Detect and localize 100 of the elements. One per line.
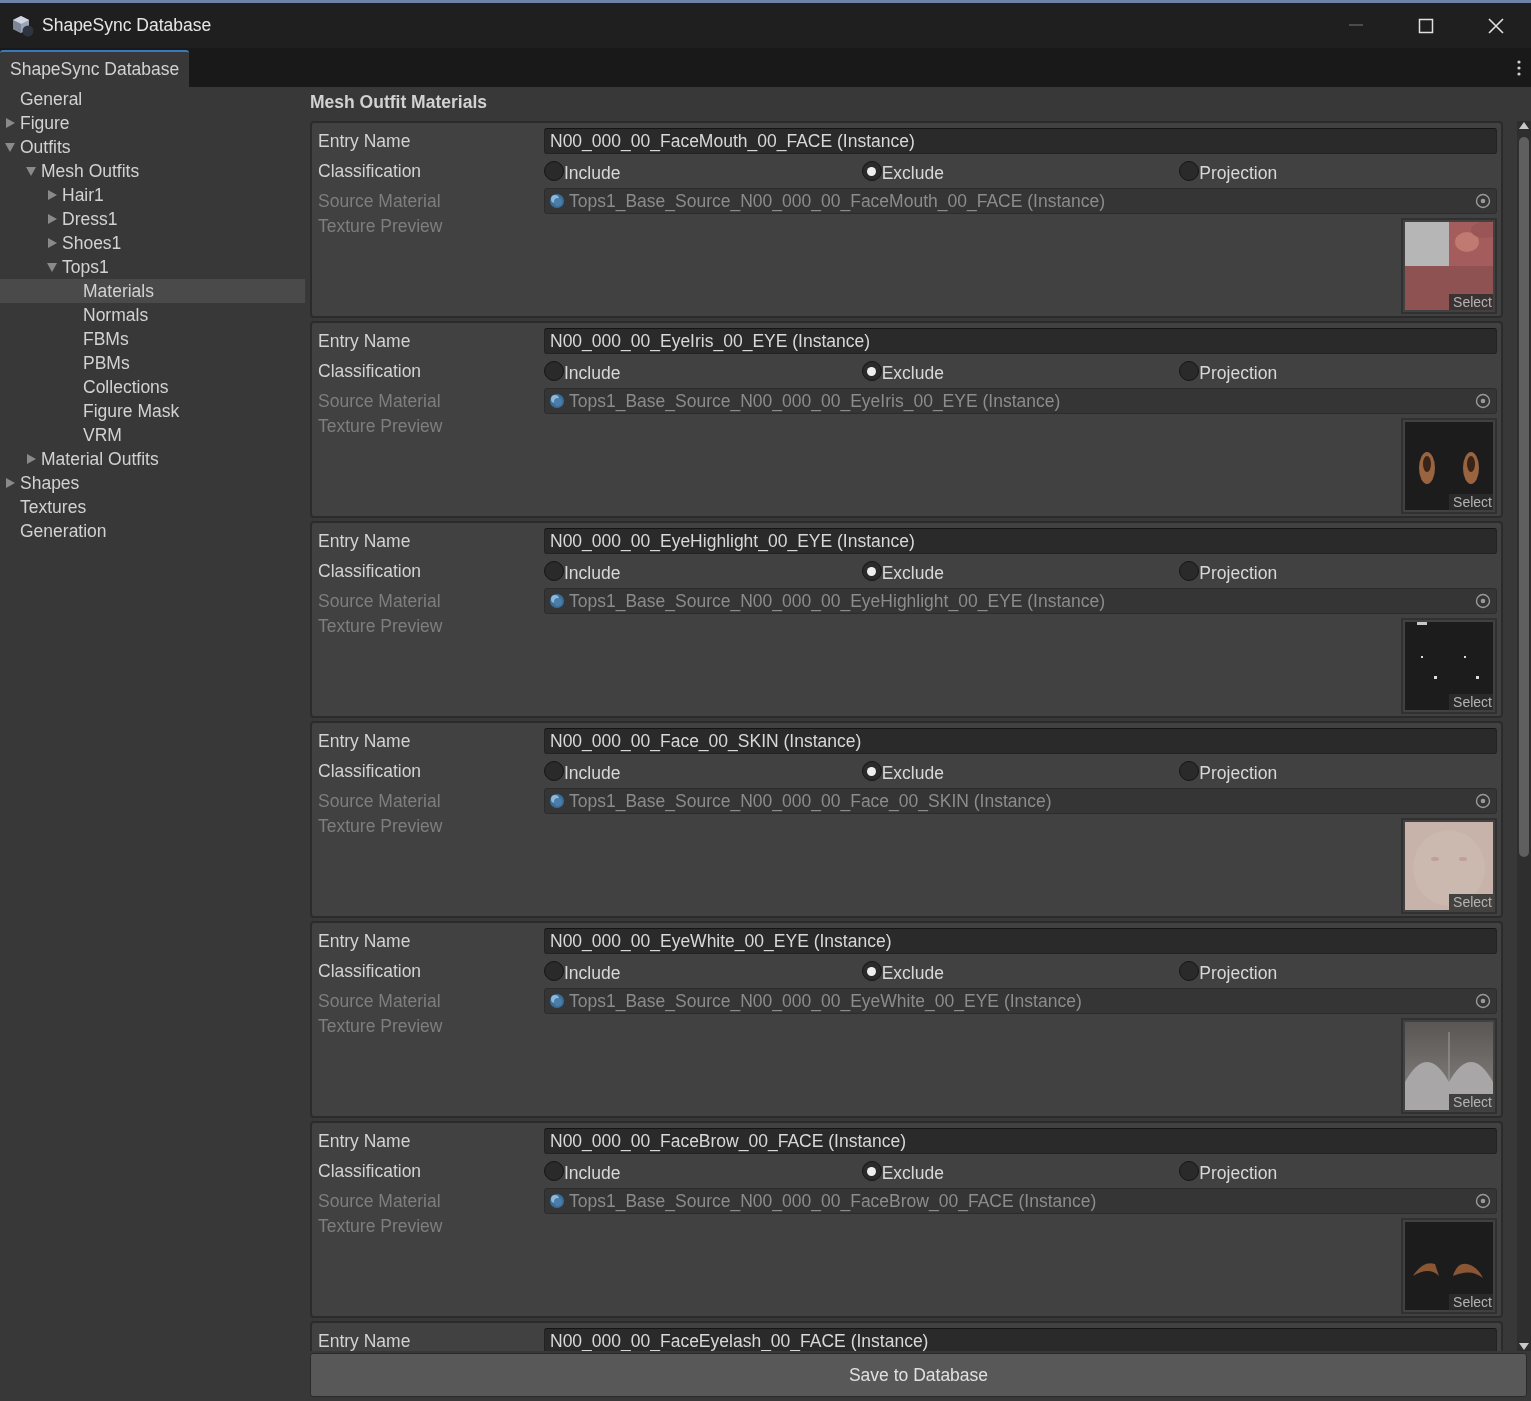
radio-icon[interactable] bbox=[1179, 1161, 1200, 1181]
radio-icon[interactable] bbox=[861, 561, 882, 581]
tree-item[interactable]: Collections bbox=[0, 375, 305, 399]
field-label: Entry Name bbox=[318, 930, 412, 952]
radio-icon[interactable] bbox=[544, 761, 564, 781]
source-material-field[interactable]: Tops1_Base_Source_N00_000_00_FaceMouth_00_FACE (Instance) bbox=[544, 188, 1497, 214]
radio-option[interactable]: Projection bbox=[1179, 162, 1497, 184]
entry-name-field[interactable]: N00_000_00_EyeIris_00_EYE (Instance) bbox=[544, 328, 1497, 354]
radio-option[interactable]: Include bbox=[544, 562, 862, 584]
tree-item[interactable]: Generation bbox=[0, 519, 305, 543]
sphere-icon bbox=[549, 793, 565, 809]
tree-item[interactable]: Material Outfits bbox=[0, 447, 305, 471]
collapsed-arrow-icon[interactable] bbox=[26, 454, 36, 464]
entry-name-field[interactable]: N00_000_00_EyeWhite_00_EYE (Instance) bbox=[544, 928, 1497, 954]
source-material-field[interactable]: Tops1_Base_Source_N00_000_00_FaceBrow_00_FACE (Instance) bbox=[544, 1188, 1497, 1214]
radio-icon[interactable] bbox=[861, 761, 882, 781]
radio-icon[interactable] bbox=[1179, 561, 1200, 581]
object-picker-icon[interactable] bbox=[1475, 793, 1491, 809]
collapsed-arrow-icon[interactable] bbox=[47, 190, 57, 200]
select-button[interactable]: Select bbox=[1449, 294, 1493, 310]
radio-option[interactable]: Exclude bbox=[861, 762, 1180, 784]
radio-option[interactable]: Projection bbox=[1179, 762, 1497, 784]
object-picker-icon[interactable] bbox=[1475, 193, 1491, 209]
radio-icon[interactable] bbox=[544, 161, 564, 181]
radio-option[interactable]: Include bbox=[544, 162, 862, 184]
radio-icon[interactable] bbox=[1179, 961, 1200, 981]
radio-icon[interactable] bbox=[544, 961, 564, 981]
radio-icon[interactable] bbox=[544, 1161, 564, 1181]
radio-option[interactable]: Projection bbox=[1179, 962, 1497, 984]
source-material-field[interactable]: Tops1_Base_Source_N00_000_00_Face_00_SKIN (Instance) bbox=[544, 788, 1497, 814]
select-button[interactable]: Select bbox=[1449, 894, 1493, 910]
tree-item[interactable]: Tops1 bbox=[0, 255, 305, 279]
scrollbar[interactable] bbox=[1517, 121, 1531, 1351]
close-icon[interactable] bbox=[1487, 16, 1505, 35]
radio-icon[interactable] bbox=[544, 361, 564, 381]
radio-icon[interactable] bbox=[1179, 161, 1200, 181]
radio-option[interactable]: Include bbox=[544, 1162, 862, 1184]
entry-name-field[interactable]: N00_000_00_Face_00_SKIN (Instance) bbox=[544, 728, 1497, 754]
radio-option[interactable]: Exclude bbox=[861, 162, 1180, 184]
radio-icon[interactable] bbox=[861, 1161, 882, 1181]
expanded-arrow-icon[interactable] bbox=[47, 262, 57, 272]
radio-icon[interactable] bbox=[861, 161, 882, 181]
collapsed-arrow-icon[interactable] bbox=[47, 238, 57, 248]
radio-option[interactable]: Projection bbox=[1179, 362, 1497, 384]
expanded-arrow-icon[interactable] bbox=[5, 142, 15, 152]
radio-icon[interactable] bbox=[544, 561, 564, 581]
radio-option[interactable]: Projection bbox=[1179, 562, 1497, 584]
tree-item[interactable]: Dress1 bbox=[0, 207, 305, 231]
entry-name-field[interactable]: N00_000_00_FaceMouth_00_FACE (Instance) bbox=[544, 128, 1497, 154]
entry-name-field[interactable]: N00_000_00_FaceBrow_00_FACE (Instance) bbox=[544, 1128, 1497, 1154]
tree-item[interactable]: PBMs bbox=[0, 351, 305, 375]
tree-item[interactable]: Normals bbox=[0, 303, 305, 327]
select-button[interactable]: Select bbox=[1449, 494, 1493, 510]
entry-name-field[interactable]: N00_000_00_FaceEyelash_00_FACE (Instance) bbox=[544, 1328, 1497, 1351]
radio-option[interactable]: Include bbox=[544, 362, 862, 384]
tree-item[interactable]: Outfits bbox=[0, 135, 305, 159]
maximize-icon[interactable] bbox=[1417, 16, 1435, 35]
radio-icon[interactable] bbox=[861, 961, 882, 981]
scroll-down-arrow-icon[interactable] bbox=[1519, 1343, 1529, 1351]
radio-option[interactable]: Include bbox=[544, 762, 862, 784]
save-button[interactable]: Save to Database bbox=[310, 1353, 1527, 1397]
object-picker-icon[interactable] bbox=[1475, 993, 1491, 1009]
tree-item[interactable]: FBMs bbox=[0, 327, 305, 351]
object-picker-icon[interactable] bbox=[1475, 1193, 1491, 1209]
tree-item[interactable]: Mesh Outfits bbox=[0, 159, 305, 183]
radio-option[interactable]: Exclude bbox=[861, 362, 1180, 384]
collapsed-arrow-icon[interactable] bbox=[5, 478, 15, 488]
radio-option[interactable]: Include bbox=[544, 962, 862, 984]
select-button[interactable]: Select bbox=[1449, 1294, 1493, 1310]
select-button[interactable]: Select bbox=[1449, 1094, 1493, 1110]
radio-icon[interactable] bbox=[1179, 361, 1200, 381]
radio-icon[interactable] bbox=[1179, 761, 1200, 781]
source-material-field[interactable]: Tops1_Base_Source_N00_000_00_EyeWhite_00_EYE (Instance) bbox=[544, 988, 1497, 1014]
tree-item[interactable]: Shoes1 bbox=[0, 231, 305, 255]
tree-item[interactable]: VRM bbox=[0, 423, 305, 447]
radio-icon[interactable] bbox=[861, 361, 882, 381]
collapsed-arrow-icon[interactable] bbox=[47, 214, 57, 224]
radio-option[interactable]: Projection bbox=[1179, 1162, 1497, 1184]
tree-item[interactable]: Textures bbox=[0, 495, 305, 519]
source-material-field[interactable]: Tops1_Base_Source_N00_000_00_EyeHighlight_00_EYE (Instance) bbox=[544, 588, 1497, 614]
tree-item[interactable]: Materials bbox=[0, 279, 305, 303]
entry-name-field[interactable]: N00_000_00_EyeHighlight_00_EYE (Instance) bbox=[544, 528, 1497, 554]
expanded-arrow-icon[interactable] bbox=[26, 166, 36, 176]
scroll-up-arrow-icon[interactable] bbox=[1519, 121, 1529, 129]
source-material-field[interactable]: Tops1_Base_Source_N00_000_00_EyeIris_00_EYE (Instance) bbox=[544, 388, 1497, 414]
radio-option[interactable]: Exclude bbox=[861, 962, 1180, 984]
tree-item[interactable]: Figure bbox=[0, 111, 305, 135]
more-options-icon[interactable] bbox=[1517, 59, 1521, 76]
collapsed-arrow-icon[interactable] bbox=[5, 118, 15, 128]
tree-item[interactable]: Figure Mask bbox=[0, 399, 305, 423]
tree-item[interactable]: Shapes bbox=[0, 471, 305, 495]
object-picker-icon[interactable] bbox=[1475, 593, 1491, 609]
tree-item[interactable]: Hair1 bbox=[0, 183, 305, 207]
tab[interactable]: ShapeSync Database bbox=[0, 50, 190, 87]
field-label: Texture Preview bbox=[318, 816, 444, 837]
tree-item[interactable]: General bbox=[0, 87, 305, 111]
select-button[interactable]: Select bbox=[1449, 694, 1493, 710]
radio-option[interactable]: Exclude bbox=[861, 562, 1180, 584]
object-picker-icon[interactable] bbox=[1475, 393, 1491, 409]
radio-option[interactable]: Exclude bbox=[861, 1162, 1180, 1184]
